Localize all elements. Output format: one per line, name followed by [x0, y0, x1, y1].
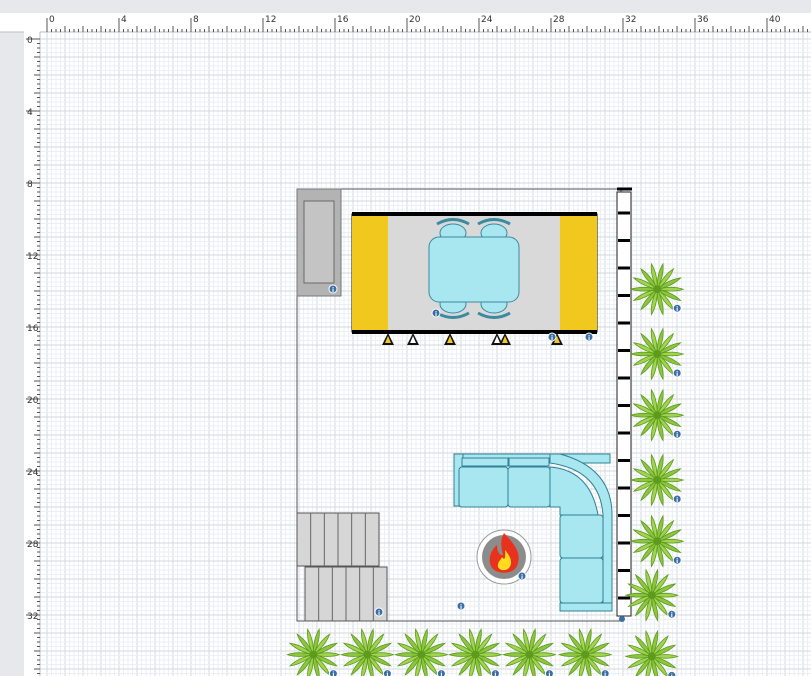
sofa-back-segment [461, 457, 509, 467]
plant-center [653, 411, 662, 420]
info-icon-glyph: i [548, 672, 550, 676]
ruler-vertical: 0 4 8 12 16 20 24 28 32 [24, 32, 41, 676]
info-icon-glyph: i [332, 672, 334, 676]
info-icon-glyph: i [378, 610, 380, 617]
plan-canvas[interactable]: 0 4 8 12 16 20 24 28 32 36 40 0 4 8 12 16 20 24 28 32 i i i i… [0, 0, 811, 676]
ruler-top-label: 28 [553, 15, 565, 25]
ruler-top-label: 12 [265, 15, 276, 25]
ruler-top-label: 24 [481, 15, 493, 25]
info-icon-glyph: i [676, 497, 678, 504]
ruler-top-label: 20 [409, 15, 421, 25]
sofa-arm-bottom [559, 602, 613, 612]
info-icon[interactable]: i [490, 669, 500, 676]
info-icon-glyph: i [671, 612, 673, 619]
ruler-top-label: 0 [49, 15, 55, 25]
info-icon-glyph: i [460, 604, 462, 611]
info-icon-glyph: i [676, 558, 678, 565]
ruler-top-label: 16 [337, 15, 349, 25]
ruler-left-label: 16 [27, 324, 39, 334]
ruler-left-label: 0 [27, 36, 33, 46]
info-icon-glyph: i [676, 432, 678, 439]
info-icon-glyph: i [440, 672, 442, 676]
plant-center [653, 537, 662, 546]
dining-table[interactable] [428, 236, 520, 303]
grill-counter-top [303, 200, 335, 284]
steps-upper[interactable] [296, 512, 380, 567]
plant-center [647, 591, 656, 600]
plant-center [581, 650, 590, 659]
ruler-top-label: 32 [625, 15, 636, 25]
sofa-cushion [507, 466, 551, 508]
ruler-top-label: 8 [193, 15, 199, 25]
plant-center [653, 350, 662, 358]
plant-center [525, 650, 534, 659]
ruler-left-label: 32 [27, 612, 38, 622]
sofa-cushion [458, 466, 509, 508]
plant-center [653, 476, 662, 484]
info-icon[interactable]: i [667, 670, 677, 676]
info-icon-glyph: i [588, 335, 590, 342]
ruler-left-label: 8 [27, 180, 33, 190]
info-icon-glyph: i [551, 335, 553, 342]
info-icon[interactable]: i [328, 669, 338, 676]
ruler-left-label: 12 [27, 252, 38, 262]
info-icon-glyph: i [435, 311, 437, 318]
ruler-left-label: 24 [27, 468, 39, 478]
drawing-page[interactable] [40, 32, 811, 676]
pergola-post-right [560, 214, 597, 332]
info-icon[interactable]: i [600, 669, 610, 676]
ruler-top-label: 4 [121, 15, 127, 25]
sofa-cushion [559, 514, 604, 559]
plant-center [417, 650, 426, 659]
ruler-left-label: 20 [27, 396, 39, 406]
info-icon-glyph: i [386, 672, 388, 676]
plant-center [363, 650, 372, 659]
plant-center [471, 650, 480, 659]
plant-center [309, 650, 318, 659]
ruler-top-label: 40 [769, 15, 781, 25]
ruler-corner [24, 13, 40, 32]
info-icon-glyph: i [521, 574, 523, 581]
info-icon[interactable]: i [544, 669, 554, 676]
sofa-back-segment [508, 457, 550, 467]
info-icon-glyph: i [676, 306, 678, 313]
info-icon[interactable]: i [382, 669, 392, 676]
plant-center [653, 285, 662, 294]
plant-center [647, 652, 656, 661]
info-icon-glyph: i [604, 672, 606, 676]
sofa-cushion [559, 557, 604, 604]
info-icon[interactable]: i [436, 669, 446, 676]
ruler-left-label: 28 [27, 540, 39, 550]
info-icon-glyph: i [676, 371, 678, 378]
info-icon-glyph: i [332, 287, 334, 294]
pergola-post-left [352, 214, 388, 332]
fence-handle[interactable] [619, 616, 625, 622]
info-icon-glyph: i [494, 672, 496, 676]
ruler-top-label: 36 [697, 15, 709, 25]
ruler-horizontal: 0 4 8 12 16 20 24 28 32 36 40 [0, 13, 811, 33]
ruler-left-label: 4 [27, 108, 33, 118]
